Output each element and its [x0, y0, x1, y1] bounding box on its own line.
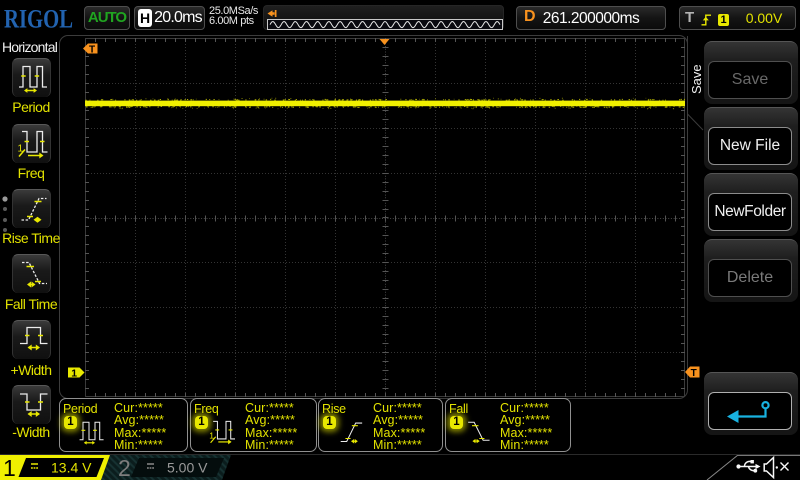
svg-text:T: T [89, 44, 95, 54]
svg-text:RIGOL: RIGOL [4, 4, 73, 34]
svg-text:13.4 V: 13.4 V [51, 460, 92, 476]
svg-text:1: 1 [71, 368, 77, 379]
svg-text:2: 2 [118, 455, 131, 480]
svg-text:5.00 V: 5.00 V [167, 460, 208, 476]
svg-text:1: 1 [3, 455, 16, 480]
svg-text:T: T [691, 368, 697, 378]
